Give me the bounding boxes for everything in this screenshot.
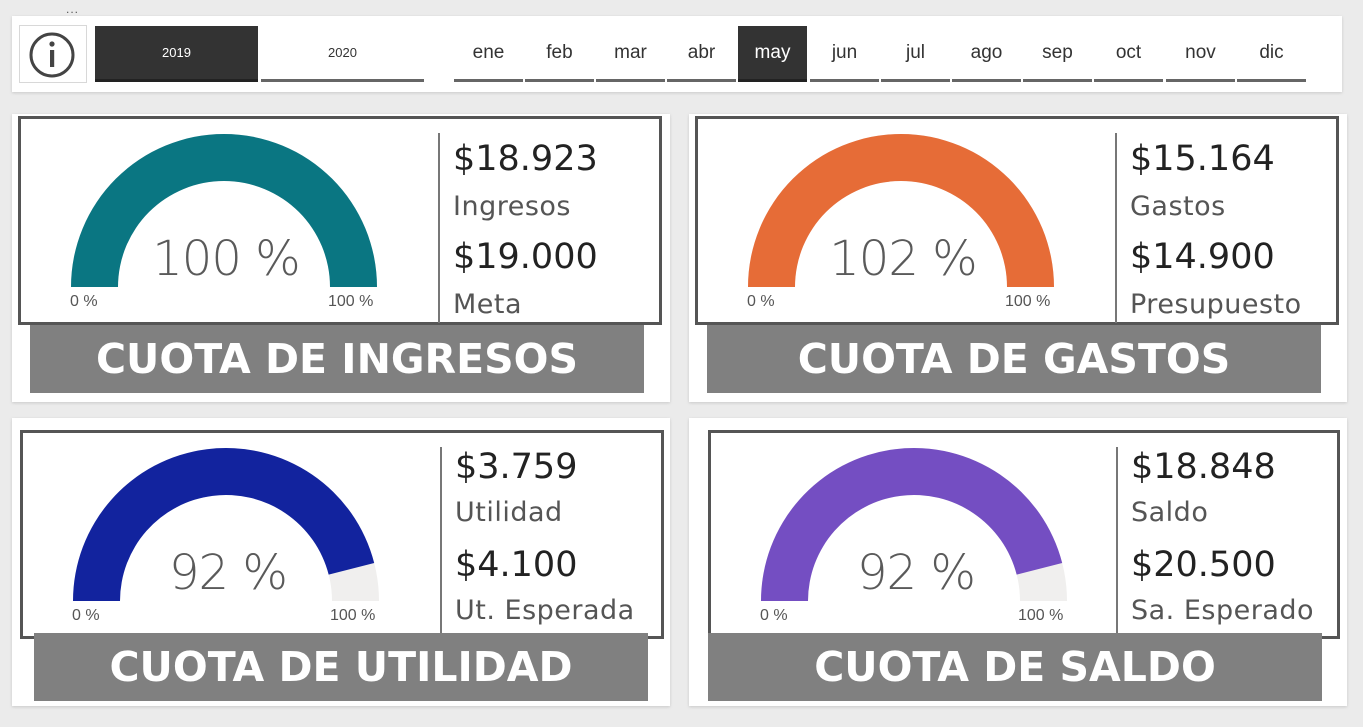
gauge-gastos (748, 133, 1054, 287)
year-slicer-2019[interactable]: 2019 (95, 26, 258, 82)
month-slicer-oct[interactable]: oct (1094, 26, 1163, 82)
card-cuota-gastos: 102 % 0 % 100 % $15.164 Gastos $14.900 P… (689, 114, 1347, 402)
kpi-label-target: Sa. Esperado (1131, 595, 1315, 626)
kpi-label-primary: Ingresos (453, 191, 571, 222)
card-title: CUOTA DE UTILIDAD (34, 633, 648, 701)
gauge-min-label: 0 % (72, 607, 100, 624)
kpi-label-target: Presupuesto (1130, 289, 1302, 320)
gauge-max-label: 100 % (1005, 293, 1051, 310)
kpi-value-primary: $18.848 (1131, 447, 1276, 487)
card-title: CUOTA DE SALDO (708, 633, 1322, 701)
gauge-percent-value: 92 % (857, 545, 976, 601)
month-slicer-mar[interactable]: mar (596, 26, 665, 82)
divider (440, 447, 442, 637)
year-slicer-2020[interactable]: 2020 (261, 26, 424, 82)
kpi-label-primary: Gastos (1130, 191, 1226, 222)
gauge-max-label: 100 % (330, 607, 376, 624)
kpi-panel: 102 % 0 % 100 % $15.164 Gastos $14.900 P… (695, 116, 1339, 325)
gauge-min-label: 0 % (70, 293, 98, 310)
kpi-label-primary: Saldo (1131, 497, 1209, 528)
gauge-max-label: 100 % (328, 293, 374, 310)
kpi-panel: 92 % 0 % 100 % $3.759 Utilidad $4.100 Ut… (20, 430, 664, 639)
kpi-label-primary: Utilidad (455, 497, 563, 528)
filter-bar: 2019 2020 ene feb mar abr may jun jul ag… (12, 16, 1342, 92)
divider (1115, 133, 1117, 323)
kpi-value-target: $14.900 (1130, 237, 1275, 277)
month-slicer-ago[interactable]: ago (952, 26, 1021, 82)
more-options-icon[interactable]: ... (66, 2, 79, 16)
gauge-saldo (761, 447, 1067, 601)
gauge-ingresos (71, 133, 377, 287)
kpi-panel: 100 % 0 % 100 % $18.923 Ingresos $19.000… (18, 116, 662, 325)
gauge-percent-value: 102 % (829, 231, 977, 287)
kpi-value-target: $4.100 (455, 545, 578, 585)
gauge-min-label: 0 % (760, 607, 788, 624)
month-slicer-feb[interactable]: feb (525, 26, 594, 82)
info-button[interactable] (19, 25, 87, 83)
gauge-min-label: 0 % (747, 293, 775, 310)
card-cuota-ingresos: 100 % 0 % 100 % $18.923 Ingresos $19.000… (12, 114, 670, 402)
divider (1116, 447, 1118, 637)
kpi-label-target: Meta (453, 289, 523, 320)
kpi-panel: 92 % 0 % 100 % $18.848 Saldo $20.500 Sa.… (708, 430, 1340, 639)
kpi-value-target: $19.000 (453, 237, 598, 277)
card-cuota-utilidad: 92 % 0 % 100 % $3.759 Utilidad $4.100 Ut… (12, 418, 670, 706)
month-slicer-dic[interactable]: dic (1237, 26, 1306, 82)
card-title: CUOTA DE GASTOS (707, 325, 1321, 393)
month-slicer-jun[interactable]: jun (810, 26, 879, 82)
kpi-value-primary: $18.923 (453, 139, 598, 179)
gauge-percent-value: 100 % (152, 231, 300, 287)
month-slicer-jul[interactable]: jul (881, 26, 950, 82)
month-slicer-abr[interactable]: abr (667, 26, 736, 82)
kpi-value-target: $20.500 (1131, 545, 1276, 585)
gauge-max-label: 100 % (1018, 607, 1064, 624)
month-slicer-sep[interactable]: sep (1023, 26, 1092, 82)
card-title: CUOTA DE INGRESOS (30, 325, 644, 393)
info-icon (29, 32, 75, 78)
month-slicer-ene[interactable]: ene (454, 26, 523, 82)
kpi-value-primary: $15.164 (1130, 139, 1275, 179)
card-cuota-saldo: 92 % 0 % 100 % $18.848 Saldo $20.500 Sa.… (689, 418, 1347, 706)
kpi-label-target: Ut. Esperada (455, 595, 635, 626)
month-slicer-may[interactable]: may (738, 26, 807, 82)
month-slicer-nov[interactable]: nov (1166, 26, 1235, 82)
kpi-value-primary: $3.759 (455, 447, 578, 487)
gauge-utilidad (73, 447, 379, 601)
gauge-percent-value: 92 % (169, 545, 288, 601)
divider (438, 133, 440, 323)
